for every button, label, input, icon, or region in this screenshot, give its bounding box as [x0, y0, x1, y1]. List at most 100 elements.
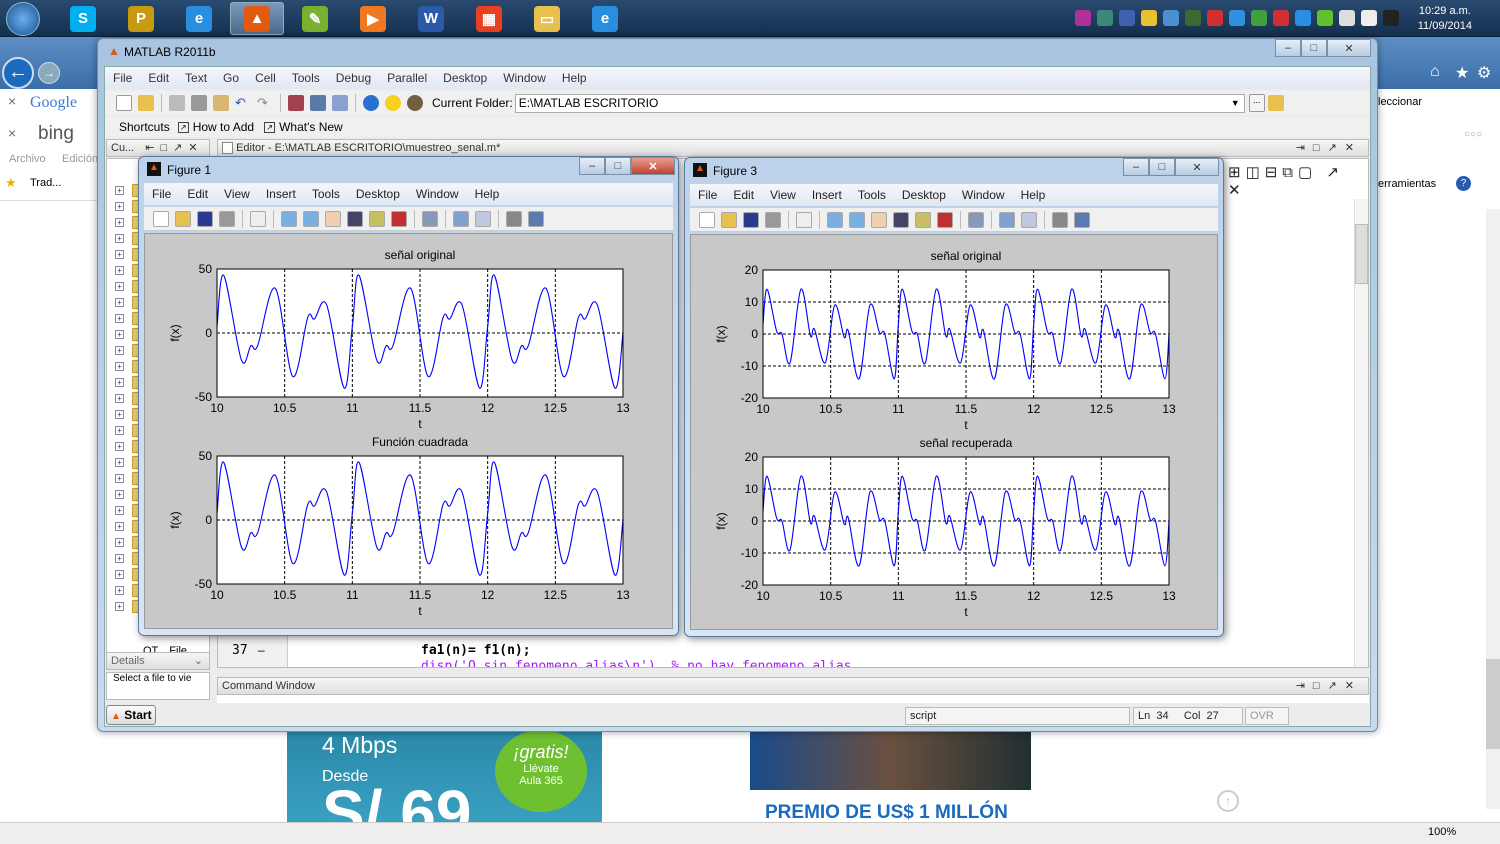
- expand-icon[interactable]: +: [115, 585, 124, 595]
- expand-icon[interactable]: +: [115, 553, 124, 563]
- scroll-to-top-icon[interactable]: ↑: [1217, 790, 1239, 812]
- menu-help[interactable]: Help: [467, 183, 508, 205]
- menu-window[interactable]: Window: [408, 183, 467, 205]
- brush-icon[interactable]: [937, 211, 953, 228]
- menu-window[interactable]: Window: [495, 67, 554, 89]
- taskbar-app-button[interactable]: ▭: [520, 2, 574, 35]
- tray-icon[interactable]: [1361, 10, 1377, 26]
- expand-icon[interactable]: +: [115, 329, 124, 339]
- minimize-button[interactable]: –: [1123, 158, 1149, 176]
- menu-file[interactable]: File: [105, 67, 140, 89]
- menu-desktop[interactable]: Desktop: [435, 67, 495, 89]
- new-figure-icon[interactable]: [153, 210, 169, 227]
- tray-icon[interactable]: [1141, 10, 1157, 26]
- new-file-icon[interactable]: [116, 95, 132, 111]
- hide-plot-tools-icon[interactable]: [1052, 211, 1068, 228]
- print-icon[interactable]: [219, 210, 235, 227]
- data-cursor-icon[interactable]: [369, 210, 385, 227]
- save-icon[interactable]: [743, 211, 759, 228]
- seleccionar-link[interactable]: leccionar: [1378, 96, 1422, 108]
- menu-debug[interactable]: Debug: [328, 67, 379, 89]
- taskbar-app-button[interactable]: ▦: [462, 2, 516, 35]
- expand-icon[interactable]: +: [115, 281, 124, 291]
- expand-icon[interactable]: +: [115, 521, 124, 531]
- menu-tools[interactable]: Tools: [850, 184, 894, 206]
- expand-icon[interactable]: +: [115, 393, 124, 403]
- save-icon[interactable]: [197, 210, 213, 227]
- lightbulb-icon[interactable]: [385, 95, 401, 111]
- simulink-icon[interactable]: [288, 95, 304, 111]
- menu-tools[interactable]: Tools: [304, 183, 348, 205]
- axes-bottom[interactable]: 10 10.5 11 11.5 12 12.5 13 -20 -10 0 10 20 señal rec…: [714, 436, 1176, 619]
- current-folder-input[interactable]: E:\MATLAB ESCRITORIO ▼: [514, 93, 1245, 113]
- paste-icon[interactable]: [213, 95, 229, 111]
- profiler-icon[interactable]: [332, 95, 348, 111]
- axes-top[interactable]: 10 10.5 11 11.5 12 12.5 13 -20 -10 0 10 20 señal ori…: [714, 249, 1176, 432]
- chevron-down-icon[interactable]: ⌄: [194, 653, 203, 669]
- expand-icon[interactable]: +: [115, 441, 124, 451]
- axes-top[interactable]: 10 10.5 11 11.5 12 12.5 13 -50 0 50 señal original…: [168, 248, 630, 431]
- menu-tools[interactable]: Tools: [284, 67, 328, 89]
- taskbar-app-button[interactable]: S: [56, 2, 110, 35]
- details-panel-header[interactable]: Details ⌄: [106, 652, 210, 670]
- link-plot-icon[interactable]: [422, 210, 438, 227]
- taskbar-app-button[interactable]: W: [404, 2, 458, 35]
- taskbar-app-button[interactable]: e: [172, 2, 226, 35]
- tray-icon[interactable]: [1273, 10, 1289, 26]
- colorbar-icon[interactable]: [453, 210, 469, 227]
- back-button[interactable]: ←: [2, 57, 34, 89]
- minimize-button[interactable]: –: [579, 157, 605, 175]
- zoom-out-icon[interactable]: [849, 211, 865, 228]
- scrollbar-thumb[interactable]: [1355, 224, 1368, 284]
- taskbar-app-button[interactable]: ✎: [288, 2, 342, 35]
- expand-icon[interactable]: +: [115, 377, 124, 387]
- pointer-icon[interactable]: [796, 211, 812, 228]
- ad-headline[interactable]: PREMIO DE US$ 1 MILLÓN: [765, 802, 1008, 824]
- colorbar-icon[interactable]: [999, 211, 1015, 228]
- chevron-down-icon[interactable]: ▼: [1231, 95, 1240, 112]
- ad-image[interactable]: [750, 728, 1031, 790]
- rotate-3d-icon[interactable]: [347, 210, 363, 227]
- taskbar-app-button[interactable]: ▶: [346, 2, 400, 35]
- expand-icon[interactable]: +: [115, 601, 124, 611]
- panel-dock-icons[interactable]: ⇤□↗✕: [145, 142, 203, 154]
- menu-help[interactable]: Help: [554, 67, 595, 89]
- legend-icon[interactable]: [475, 210, 491, 227]
- print-icon[interactable]: [765, 211, 781, 228]
- expand-icon[interactable]: +: [115, 457, 124, 467]
- zoom-out-icon[interactable]: [303, 210, 319, 227]
- rotate-3d-icon[interactable]: [893, 211, 909, 228]
- herramientas-menu[interactable]: erramientas: [1378, 178, 1436, 190]
- guide-icon[interactable]: [310, 95, 326, 111]
- more-options-icon[interactable]: ○○○: [1464, 129, 1482, 140]
- help-icon[interactable]: [363, 95, 379, 111]
- editor-scrollbar[interactable]: [1354, 199, 1368, 667]
- data-cursor-icon[interactable]: [915, 211, 931, 228]
- zoom-in-icon[interactable]: [281, 210, 297, 227]
- menu-cell[interactable]: Cell: [247, 67, 284, 89]
- close-button[interactable]: ✕: [1175, 158, 1219, 176]
- open-file-icon[interactable]: [175, 210, 191, 227]
- settings-gears-icon[interactable]: [407, 95, 423, 111]
- maximize-button[interactable]: □: [1301, 39, 1327, 57]
- expand-icon[interactable]: +: [115, 361, 124, 371]
- settings-gear-icon[interactable]: ⚙: [1477, 63, 1491, 83]
- tray-icon[interactable]: [1339, 10, 1355, 26]
- menu-edit[interactable]: Edit: [179, 183, 216, 205]
- show-plot-tools-icon[interactable]: [1074, 211, 1090, 228]
- browse-folder-button[interactable]: ...: [1248, 94, 1265, 112]
- expand-icon[interactable]: +: [115, 233, 124, 243]
- tray-icon[interactable]: [1075, 10, 1091, 26]
- tray-icon[interactable]: [1163, 10, 1179, 26]
- brush-icon[interactable]: [391, 210, 407, 227]
- legend-icon[interactable]: [1021, 211, 1037, 228]
- favorites-bar-star-icon[interactable]: ★: [5, 175, 17, 191]
- expand-icon[interactable]: +: [115, 201, 124, 211]
- parent-folder-icon[interactable]: [1267, 95, 1284, 111]
- expand-icon[interactable]: +: [115, 217, 124, 227]
- open-folder-icon[interactable]: [138, 95, 154, 111]
- tray-icon[interactable]: [1295, 10, 1311, 26]
- command-window[interactable]: [217, 695, 1369, 703]
- close-bing-bar-icon[interactable]: ×: [8, 125, 16, 141]
- command-dock-icons[interactable]: ⇥□↗✕: [1296, 678, 1362, 694]
